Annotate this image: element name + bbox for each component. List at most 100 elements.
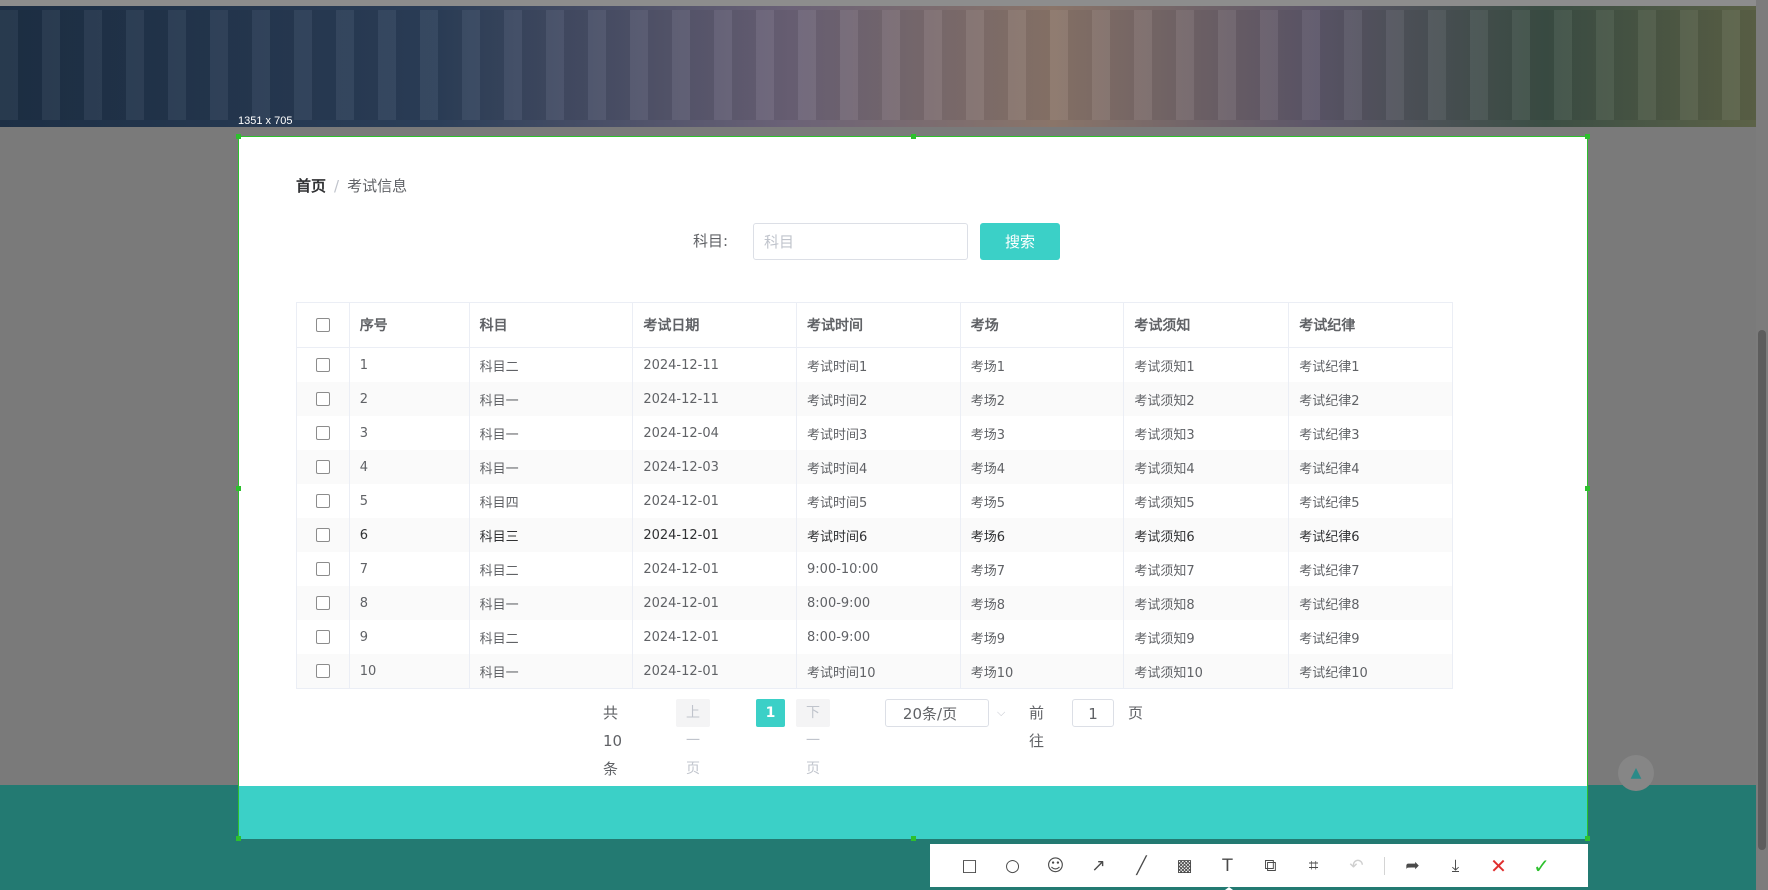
- page-size-select[interactable]: 20条/页: [885, 699, 989, 727]
- screenshot-selection-area[interactable]: 首页 / 考试信息 科目: 搜索 序号 科目 考试日期 考试时间 考场 考试须知 考…: [236, 134, 1590, 841]
- header-subject: 科目: [469, 302, 634, 348]
- resize-handle-right[interactable]: [1585, 486, 1590, 491]
- table-cell: 考场4: [960, 450, 1125, 484]
- header-exam-notice: 考试须知: [1123, 302, 1290, 348]
- table-row[interactable]: 6 科目三 2024-12-01 考试时间6 考场6 考试须知6 考试纪律6: [296, 518, 1453, 552]
- confirm-tool-icon[interactable]: ✓: [1520, 844, 1563, 887]
- row-select-cell: [296, 450, 350, 484]
- breadcrumb-home[interactable]: 首页: [296, 177, 326, 195]
- page-number-1[interactable]: 1: [756, 699, 785, 727]
- row-checkbox[interactable]: [315, 596, 330, 610]
- back-to-top-button[interactable]: ▲: [1618, 755, 1654, 791]
- scrollbar[interactable]: [1756, 0, 1768, 890]
- table-row[interactable]: 8 科目一 2024-12-01 8:00-9:00 考场8 考试须知8 考试纪律8: [296, 586, 1453, 620]
- chevron-down-icon: ⌵: [997, 706, 1006, 719]
- prev-page-button[interactable]: 上一页: [676, 699, 710, 777]
- emoji-tool-icon[interactable]: ☺: [1034, 844, 1077, 887]
- save-tool-icon[interactable]: ⤓: [1434, 844, 1477, 887]
- table-cell: 考试时间1: [796, 347, 961, 382]
- table-row[interactable]: 10 科目一 2024-12-01 考试时间10 考场10 考试须知10 考试纪律10: [296, 654, 1453, 689]
- resize-handle-bottom-left[interactable]: [236, 836, 241, 841]
- rectangle-tool-icon[interactable]: □: [948, 844, 991, 887]
- table-cell: 考场8: [960, 586, 1125, 620]
- mosaic-tool-icon[interactable]: ▩: [1163, 844, 1206, 887]
- row-checkbox[interactable]: [315, 630, 330, 644]
- subject-search-input[interactable]: [753, 223, 968, 260]
- table-cell: 科目一: [469, 654, 634, 689]
- arrow-tool-icon[interactable]: ↗: [1077, 844, 1120, 887]
- table-cell: 科目一: [469, 450, 634, 484]
- table-cell: 考试须知6: [1123, 518, 1290, 552]
- scrollbar-thumb[interactable]: [1758, 330, 1766, 850]
- header-exam-discipline: 考试纪律: [1288, 302, 1453, 348]
- row-checkbox[interactable]: [315, 426, 330, 440]
- goto-label: 前往: [1029, 704, 1045, 750]
- undo-tool-icon[interactable]: ↶: [1335, 844, 1378, 887]
- cancel-tool-icon[interactable]: ✕: [1477, 844, 1520, 887]
- table-cell: 2024-12-03: [632, 450, 798, 484]
- table-cell: 3: [349, 416, 470, 450]
- resize-handle-top[interactable]: [911, 134, 916, 139]
- row-checkbox[interactable]: [315, 460, 330, 474]
- table-cell: 考试须知9: [1123, 620, 1290, 654]
- pin-tool-icon[interactable]: ⧉: [1249, 844, 1292, 887]
- table-cell: 2024-12-01: [632, 586, 798, 620]
- row-checkbox[interactable]: [315, 528, 330, 542]
- table-cell: 科目三: [469, 518, 634, 552]
- resize-handle-bottom-right[interactable]: [1585, 836, 1590, 841]
- text-tool-icon[interactable]: T: [1206, 844, 1249, 887]
- select-all-checkbox[interactable]: [315, 318, 330, 332]
- table-row[interactable]: 9 科目二 2024-12-01 8:00-9:00 考场9 考试须知9 考试纪律9: [296, 620, 1453, 654]
- ocr-tool-icon[interactable]: ⌗: [1292, 844, 1335, 887]
- table-row[interactable]: 4 科目一 2024-12-03 考试时间4 考场4 考试须知4 考试纪律4: [296, 450, 1453, 484]
- table-cell: 考试纪律5: [1288, 484, 1453, 518]
- table-cell: 考试须知7: [1123, 552, 1290, 586]
- table-row[interactable]: 5 科目四 2024-12-01 考试时间5 考场5 考试须知5 考试纪律5: [296, 484, 1453, 518]
- row-checkbox[interactable]: [315, 358, 330, 372]
- table-cell: 2024-12-01: [632, 518, 798, 552]
- next-page-button[interactable]: 下一页: [796, 699, 830, 777]
- table-cell: 8: [349, 586, 470, 620]
- share-tool-icon[interactable]: ➦: [1391, 844, 1434, 887]
- row-checkbox[interactable]: [315, 392, 330, 406]
- table-row[interactable]: 3 科目一 2024-12-04 考试时间3 考场3 考试须知3 考试纪律3: [296, 416, 1453, 450]
- row-checkbox[interactable]: [315, 562, 330, 576]
- table-row[interactable]: 1 科目二 2024-12-11 考试时间1 考场1 考试须知1 考试纪律1: [296, 347, 1453, 382]
- table-row[interactable]: 7 科目二 2024-12-01 9:00-10:00 考场7 考试须知7 考试纪律7: [296, 552, 1453, 586]
- row-select-cell: [296, 382, 350, 416]
- table-cell: 科目二: [469, 347, 634, 382]
- table-cell: 2024-12-01: [632, 620, 798, 654]
- header-exam-room: 考场: [960, 302, 1125, 348]
- top-strip: [0, 0, 1756, 6]
- row-select-cell: [296, 518, 350, 552]
- resize-handle-top-right[interactable]: [1585, 134, 1590, 139]
- table-header-row: 序号 科目 考试日期 考试时间 考场 考试须知 考试纪律: [296, 302, 1453, 348]
- table-cell: 考场2: [960, 382, 1125, 416]
- table-cell: 考试纪律8: [1288, 586, 1453, 620]
- table-cell: 7: [349, 552, 470, 586]
- table-row[interactable]: 2 科目一 2024-12-11 考试时间2 考场2 考试须知2 考试纪律2: [296, 382, 1453, 416]
- table-cell: 考场10: [960, 654, 1125, 689]
- header-exam-time: 考试时间: [796, 302, 961, 348]
- header-index: 序号: [349, 302, 470, 348]
- resize-handle-bottom[interactable]: [911, 836, 916, 841]
- row-checkbox[interactable]: [315, 664, 330, 678]
- table-cell: 考场7: [960, 552, 1125, 586]
- breadcrumb-current: 考试信息: [347, 177, 408, 195]
- table-cell: 考试纪律10: [1288, 654, 1453, 689]
- line-tool-icon[interactable]: ╱: [1120, 844, 1163, 887]
- table-cell: 2024-12-04: [632, 416, 798, 450]
- table-cell: 考场1: [960, 347, 1125, 382]
- table-cell: 考试时间5: [796, 484, 961, 518]
- table-cell: 2024-12-11: [632, 347, 798, 382]
- triangle-up-icon: ▲: [1630, 765, 1642, 781]
- table-cell: 考试时间2: [796, 382, 961, 416]
- goto-page-input[interactable]: 1: [1072, 699, 1114, 727]
- resize-handle-top-left[interactable]: [236, 134, 241, 139]
- resize-handle-left[interactable]: [236, 486, 241, 491]
- table-cell: 考试须知1: [1123, 347, 1290, 382]
- table-cell: 科目一: [469, 382, 634, 416]
- search-button[interactable]: 搜索: [980, 223, 1060, 260]
- row-checkbox[interactable]: [315, 494, 330, 508]
- ellipse-tool-icon[interactable]: ○: [991, 844, 1034, 887]
